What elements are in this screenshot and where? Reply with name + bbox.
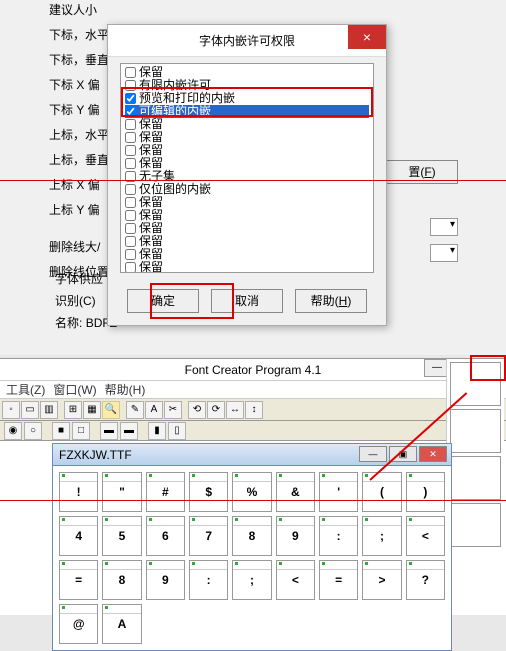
glyph-window: FZXKJW.TTF — ▣ ✕ !"#$%&'()456789:;<=89:;…	[52, 443, 452, 651]
glyph-sidebar	[446, 359, 504, 615]
glyph-cell[interactable]: @	[59, 604, 98, 644]
glyph-window-title: FZXKJW.TTF — ▣ ✕	[53, 444, 451, 466]
glyph-cell[interactable]: <	[276, 560, 315, 600]
menu-bar[interactable]: 工具(Z) 窗口(W) 帮助(H)	[0, 381, 506, 399]
glyph-cell[interactable]: )	[406, 472, 445, 512]
glyph-cell[interactable]: 7	[189, 516, 228, 556]
checkbox[interactable]	[125, 197, 136, 208]
cancel-button[interactable]: 取消	[211, 289, 283, 313]
glyph-cell[interactable]: 8	[102, 560, 141, 600]
tool-button[interactable]: A	[145, 401, 163, 419]
glyph-cell[interactable]: #	[146, 472, 185, 512]
tool-button[interactable]: ⟳	[207, 401, 225, 419]
glyph-cell[interactable]: 6	[146, 516, 185, 556]
glyph-cell[interactable]: 5	[102, 516, 141, 556]
glyph-cell[interactable]: !	[59, 472, 98, 512]
checkbox[interactable]	[125, 67, 136, 78]
checkbox[interactable]	[125, 106, 136, 117]
tool-button[interactable]: ▭	[21, 401, 39, 419]
embed-permission-dialog: 字体内嵌许可权限 × 保留有限内嵌许可预览和打印的内嵌可编辑的内嵌保留保留保留保…	[107, 24, 387, 326]
glyph-cell[interactable]: 9	[276, 516, 315, 556]
toolbar-2: ◉○ ■□ ▬▬ ▮▯	[0, 421, 506, 441]
tool-button[interactable]: ▥	[40, 401, 58, 419]
glyph-cell[interactable]: :	[319, 516, 358, 556]
checkbox[interactable]	[125, 184, 136, 195]
tool-button[interactable]: ▦	[83, 401, 101, 419]
close-icon[interactable]: ×	[348, 25, 386, 49]
tool-button[interactable]: ◦	[2, 401, 20, 419]
glyph-cell[interactable]: 4	[59, 516, 98, 556]
checkbox[interactable]	[125, 80, 136, 91]
glyph-cell[interactable]: ;	[232, 560, 271, 600]
dialog-title: 字体内嵌许可权限 ×	[108, 25, 386, 57]
glyph-cell[interactable]: A	[102, 604, 141, 644]
tool-button[interactable]: ↕	[245, 401, 263, 419]
radio-icon[interactable]: ◉	[4, 422, 22, 440]
checkbox[interactable]	[125, 93, 136, 104]
max-icon[interactable]: ▣	[389, 446, 417, 462]
min-icon[interactable]: —	[359, 446, 387, 462]
checkbox[interactable]	[125, 132, 136, 143]
glyph-cell[interactable]: 9	[146, 560, 185, 600]
font-creator-window: Font Creator Program 4.1 — □ × 工具(Z) 窗口(…	[0, 358, 506, 615]
tool-button[interactable]: ⊞	[64, 401, 82, 419]
glyph-cell[interactable]: ;	[362, 516, 401, 556]
glyph-cell[interactable]: "	[102, 472, 141, 512]
annotation-line	[0, 500, 506, 501]
dropdown-stub[interactable]	[430, 218, 458, 236]
glyph-cell[interactable]: ?	[406, 560, 445, 600]
glyph-cell[interactable]: $	[189, 472, 228, 512]
tool-button[interactable]: ✂	[164, 401, 182, 419]
checkbox[interactable]	[125, 223, 136, 234]
glyph-cell[interactable]: >	[362, 560, 401, 600]
glyph-cell[interactable]: =	[319, 560, 358, 600]
glyph-cell[interactable]: <	[406, 516, 445, 556]
menu-tools[interactable]: 工具(Z)	[6, 381, 45, 398]
help-button[interactable]: 帮助(H)	[295, 289, 367, 313]
window-title: Font Creator Program 4.1 — □ ×	[0, 359, 506, 381]
checkbox[interactable]	[125, 262, 136, 273]
menu-window[interactable]: 窗口(W)	[53, 381, 96, 398]
glyph-cell[interactable]: 8	[232, 516, 271, 556]
checkbox[interactable]	[125, 145, 136, 156]
tool-button[interactable]: ✎	[126, 401, 144, 419]
glyph-cell[interactable]: '	[319, 472, 358, 512]
checkbox[interactable]	[125, 210, 136, 221]
close-icon[interactable]: ✕	[419, 446, 447, 462]
checkbox[interactable]	[125, 236, 136, 247]
glyph-grid[interactable]: !"#$%&'()456789:;<=89:;<=>?@A	[53, 466, 451, 650]
glyph-cell[interactable]: &	[276, 472, 315, 512]
annotation-line	[0, 180, 506, 181]
ok-button[interactable]: 确定	[127, 289, 199, 313]
checkbox[interactable]	[125, 158, 136, 169]
toolbar-1: ◦ ▭ ▥ ⊞ ▦ 🔍 ✎ A ✂ ⟲ ⟳ ↔ ↕	[0, 399, 506, 421]
dropdown-stub[interactable]	[430, 244, 458, 262]
glyph-cell[interactable]: =	[59, 560, 98, 600]
tool-button[interactable]: ↔	[226, 401, 244, 419]
glyph-cell[interactable]: %	[232, 472, 271, 512]
permission-checklist[interactable]: 保留有限内嵌许可预览和打印的内嵌可编辑的内嵌保留保留保留保留无子集仅位图的内嵌保…	[120, 63, 374, 273]
tool-button-active[interactable]: 🔍	[102, 401, 120, 419]
tool-button[interactable]: ⟲	[188, 401, 206, 419]
checkbox[interactable]	[125, 119, 136, 130]
menu-help[interactable]: 帮助(H)	[105, 381, 146, 398]
permission-item[interactable]: 保留	[125, 261, 369, 273]
checkbox[interactable]	[125, 249, 136, 260]
glyph-cell[interactable]: (	[362, 472, 401, 512]
glyph-cell[interactable]: :	[189, 560, 228, 600]
